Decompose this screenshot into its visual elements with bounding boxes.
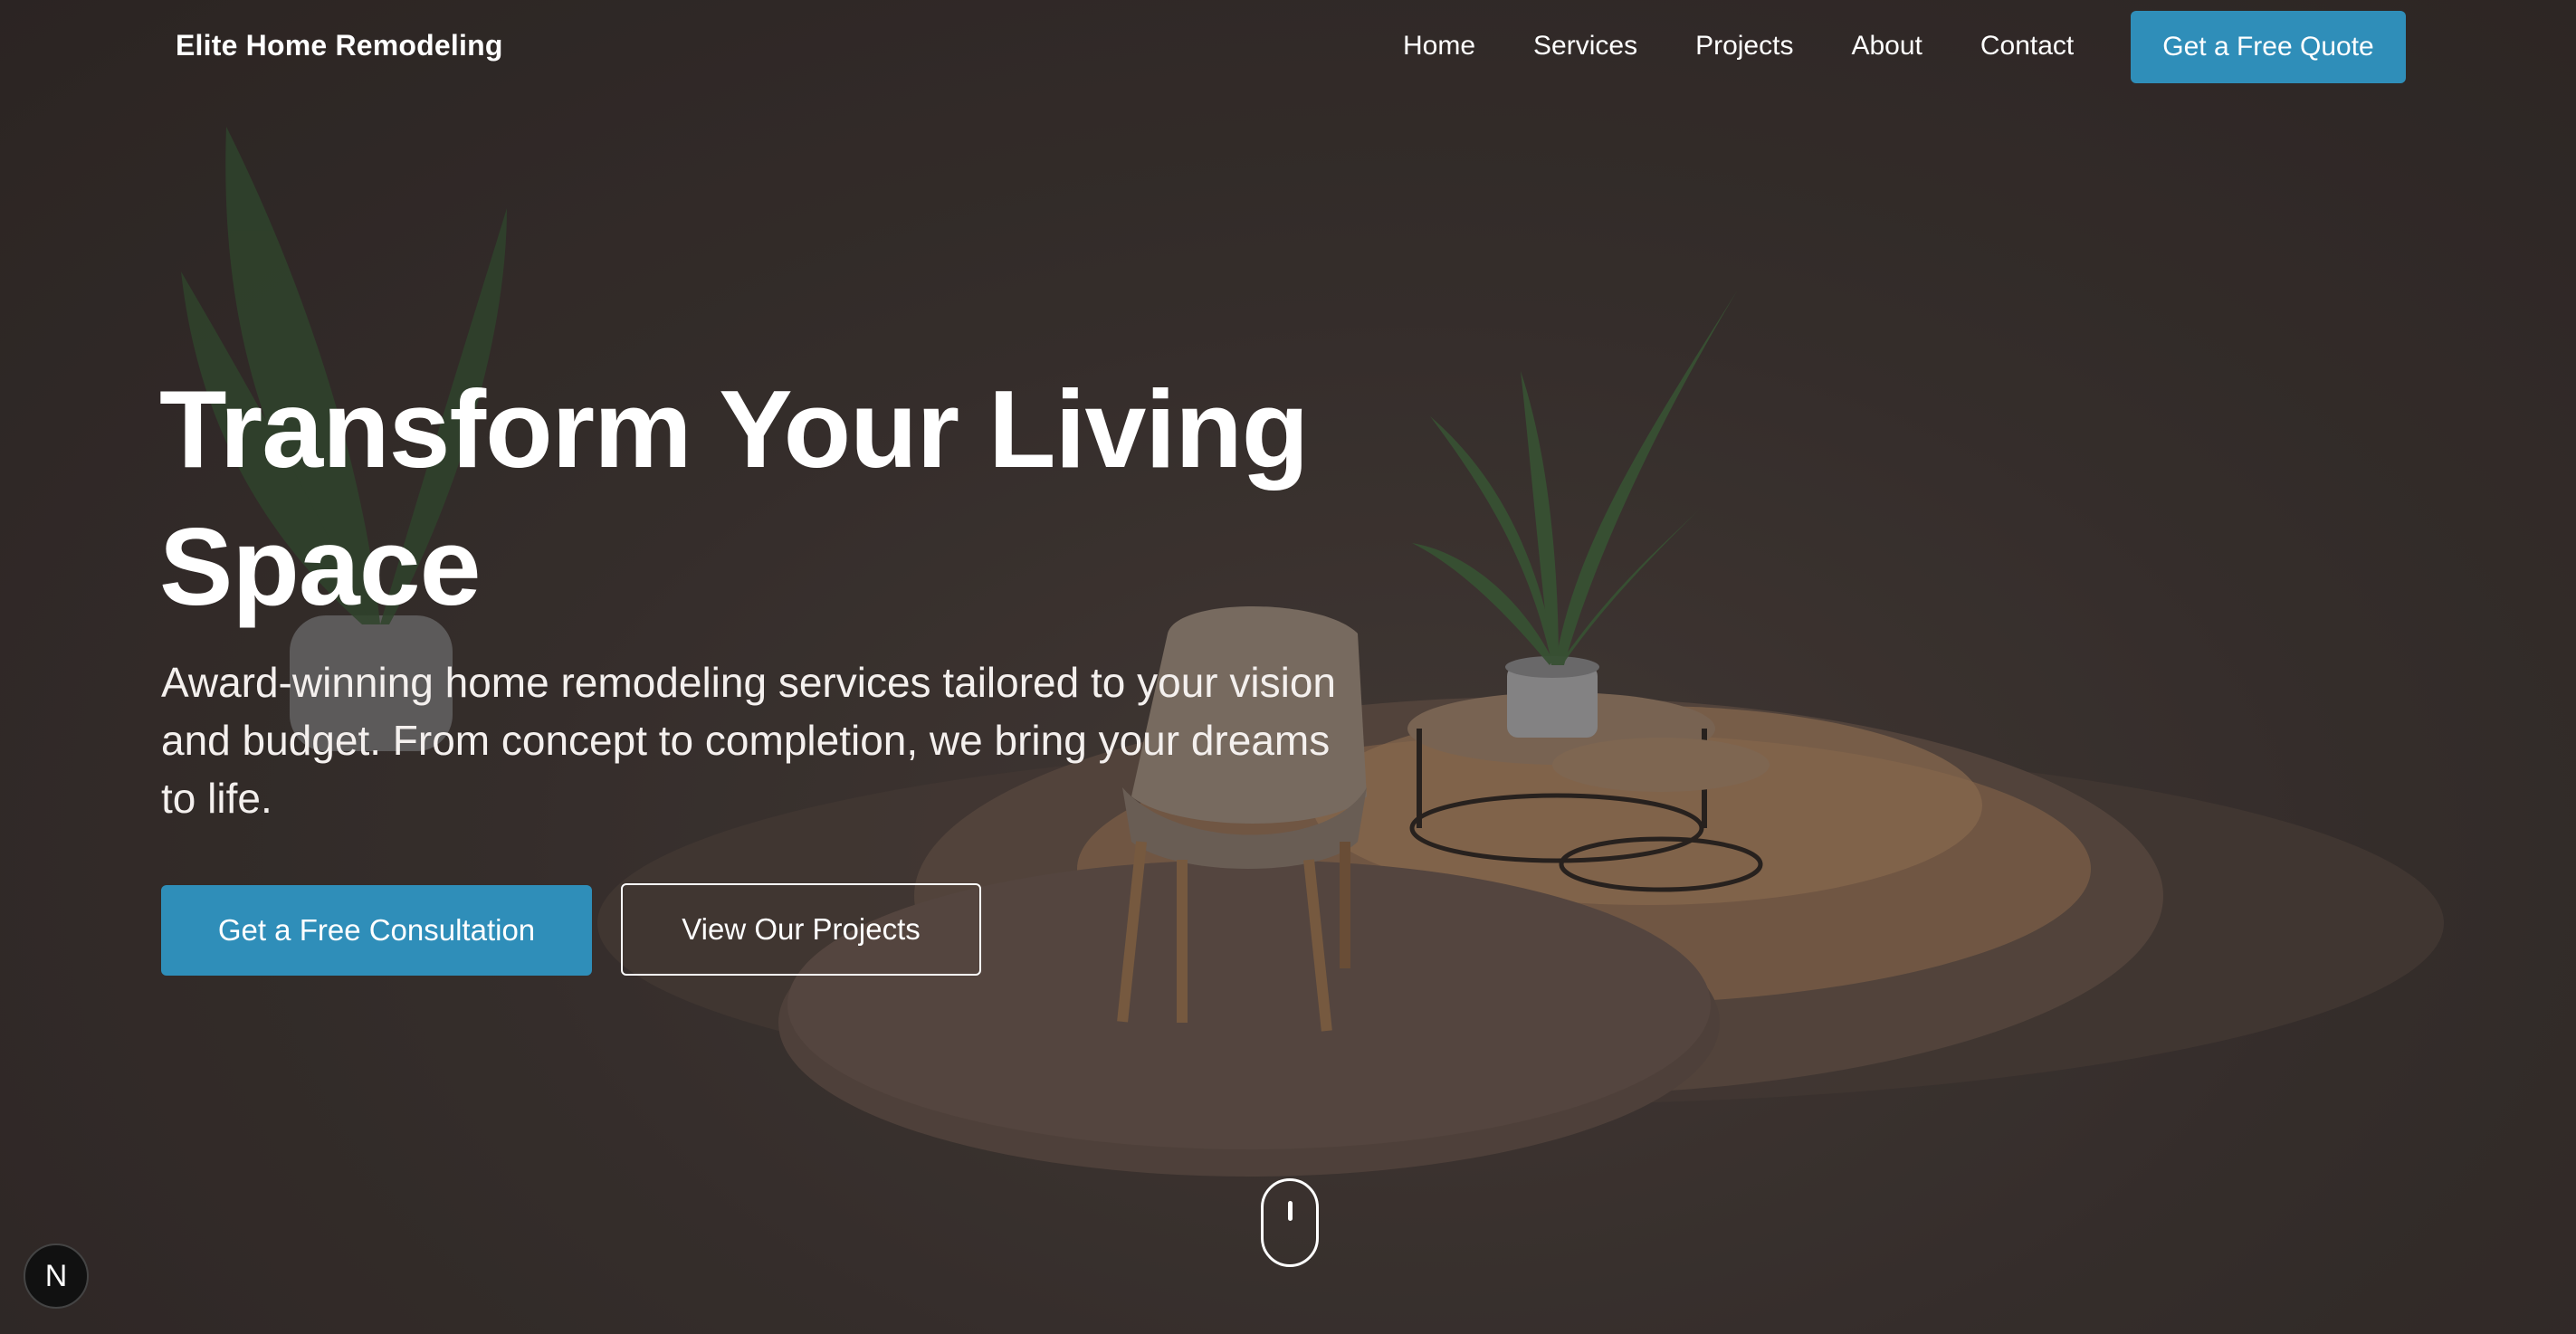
nav-links: Home Services Projects About Contact xyxy=(1403,31,2132,62)
mouse-scroll-icon[interactable] xyxy=(1261,1178,1319,1267)
nav-link-services[interactable]: Services xyxy=(1533,31,1637,62)
get-free-quote-button[interactable]: Get a Free Quote xyxy=(2131,11,2406,83)
brand-logo[interactable]: Elite Home Remodeling xyxy=(176,29,503,62)
hero-section: Elite Home Remodeling Home Services Proj… xyxy=(0,0,2576,1334)
free-consultation-button[interactable]: Get a Free Consultation xyxy=(161,885,592,976)
scroll-wheel-indicator xyxy=(1288,1201,1293,1221)
hero-headline: Transform Your Living Space xyxy=(159,367,1309,628)
nav-link-projects[interactable]: Projects xyxy=(1695,31,1793,62)
top-navigation: Elite Home Remodeling Home Services Proj… xyxy=(0,0,2576,94)
nav-link-about[interactable]: About xyxy=(1851,31,1922,62)
nav-link-contact[interactable]: Contact xyxy=(1980,31,2074,62)
hero-subtext: Award-winning home remodeling services t… xyxy=(161,659,1336,822)
view-projects-button[interactable]: View Our Projects xyxy=(621,883,981,976)
nav-link-home[interactable]: Home xyxy=(1403,31,1475,62)
next-logo-icon[interactable]: N xyxy=(24,1243,89,1309)
